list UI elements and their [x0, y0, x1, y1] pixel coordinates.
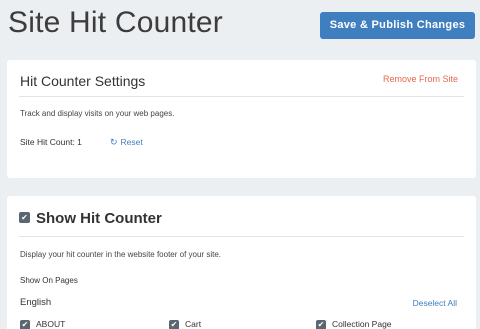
reset-link[interactable]: ↻ Reset	[110, 137, 143, 148]
show-description: Display your hit counter in the website …	[20, 250, 221, 259]
page-checkbox-collection-page[interactable]: ✔ Collection Page	[316, 319, 392, 329]
remove-from-site-link[interactable]: Remove From Site	[383, 74, 458, 84]
deselect-all-link[interactable]: Deselect All	[413, 298, 457, 308]
show-hit-counter-card: ✔ Show Hit Counter Display your hit coun…	[7, 196, 476, 329]
page-checkbox-cart[interactable]: ✔ Cart	[169, 319, 201, 329]
checkbox[interactable]: ✔	[316, 319, 326, 329]
checkmark-icon: ✔	[21, 213, 28, 222]
reset-label: Reset	[120, 137, 143, 147]
card-header: Hit Counter Settings Remove From Site	[19, 60, 464, 97]
card-title: Show Hit Counter	[36, 210, 162, 227]
language-label: English	[20, 297, 52, 308]
checkbox[interactable]: ✔	[169, 319, 179, 329]
show-on-pages-label: Show On Pages	[20, 276, 78, 285]
show-hit-counter-checkbox[interactable]: ✔	[19, 212, 30, 223]
page-label: Cart	[185, 319, 202, 329]
checkmark-icon: ✔	[317, 319, 325, 329]
save-publish-button[interactable]: Save & Publish Changes	[320, 12, 475, 39]
refresh-icon: ↻	[110, 137, 118, 147]
settings-description: Track and display visits on your web pag…	[20, 109, 175, 118]
card-title: Hit Counter Settings	[20, 73, 146, 89]
site-hit-count: Site Hit Count: 1	[20, 137, 82, 147]
checkmark-icon: ✔	[170, 319, 178, 329]
hit-counter-settings-card: Hit Counter Settings Remove From Site Tr…	[7, 60, 476, 178]
checkbox[interactable]: ✔	[20, 319, 30, 329]
page-label: ABOUT	[36, 319, 66, 329]
page-label: Collection Page	[332, 319, 392, 329]
checkmark-icon: ✔	[21, 319, 29, 329]
page-checkbox-about[interactable]: ✔ ABOUT	[20, 319, 65, 329]
card-header: ✔ Show Hit Counter	[19, 196, 464, 237]
page-title: Site Hit Counter	[8, 6, 223, 39]
